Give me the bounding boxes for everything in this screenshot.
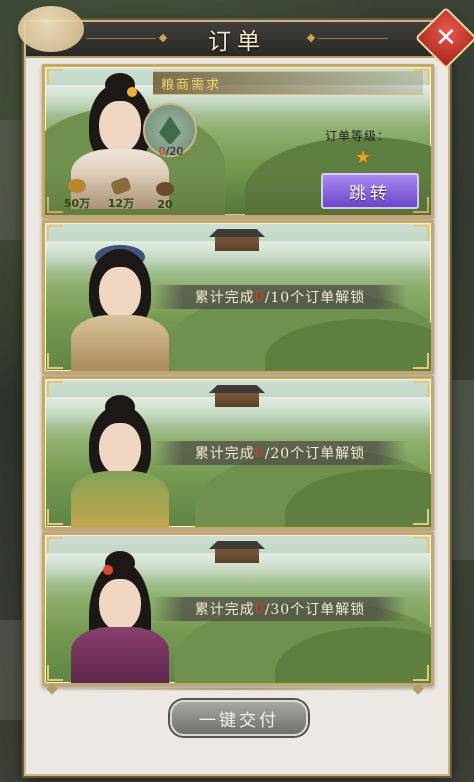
unlock-count: 0 [254,289,265,305]
frame-corner [47,381,63,397]
moon-ornament [18,6,84,52]
portrait-robe [71,471,169,527]
temple-scenery [215,391,259,407]
unlock-suffix: /30个订单解锁 [264,602,366,618]
frame-corner [413,537,429,553]
footer-divider [48,688,422,690]
star-icon: ★ [355,147,372,168]
background-building [448,380,474,560]
frame-corner [47,509,63,525]
frame-corner [413,353,429,369]
reward-amount: 12万 [107,197,135,210]
unlock-suffix: /10个订单解锁 [264,290,366,306]
hair-ornament-icon [103,565,113,575]
unlock-count: 0 [254,601,265,617]
portrait-face [99,579,141,631]
close-icon: ✕ [435,22,457,53]
jump-button[interactable]: 跳转 [321,173,419,209]
order-card-locked: 累计完成 0/30个订单解锁 [42,532,434,686]
reward-amount: 20 [157,198,173,211]
order-panel: 订单 粮商需求 0/20 订单等级： ★ 50万 12万 20 跳转 累计完成 … [24,20,450,776]
unlock-prefix: 累计完成 [194,290,255,306]
background-building [0,620,22,720]
portrait-robe [71,315,169,371]
header-divider [318,38,388,39]
progress-total: /20 [165,145,184,158]
background-building [0,120,22,240]
progress-current: 0 [158,145,166,158]
unlock-prefix: 累计完成 [194,602,255,618]
unlock-count: 0 [254,445,265,461]
portrait-face [99,423,141,475]
frame-corner [47,665,63,681]
order-card-active: 粮商需求 0/20 订单等级： ★ 50万 12万 20 跳转 [42,64,434,218]
frame-corner [47,537,63,553]
temple-scenery [215,235,259,251]
panel-title: 订单 [208,29,266,55]
portrait-face [99,101,141,153]
frame-corner [413,509,429,525]
hair-flower-icon [127,87,137,97]
grain-icon [110,176,132,196]
frame-corner [47,69,63,85]
order-card-locked: 累计完成 0/20个订单解锁 [42,376,434,530]
herb-icon [159,116,181,144]
unlock-prefix: 累计完成 [194,446,255,462]
frame-corner [413,381,429,397]
panel-header: 订单 [26,22,448,58]
unlock-requirement: 累计完成 0/10个订单解锁 [153,285,407,309]
unlock-requirement: 累计完成 0/20个订单解锁 [153,441,407,465]
frame-corner [47,353,63,369]
header-divider [86,38,156,39]
order-grade-label: 订单等级： [325,129,391,143]
order-card-locked: 累计完成 0/10个订单解锁 [42,220,434,374]
deliver-all-button[interactable]: 一键交付 [170,700,308,736]
frame-corner [413,665,429,681]
frame-corner [47,225,63,241]
requester-banner: 粮商需求 [153,71,423,95]
portrait-robe [71,627,169,683]
reward-amount: 50万 [63,197,91,210]
order-progress: 0/20 [149,145,193,158]
coin-icon [68,179,86,193]
feather-icon [156,182,174,196]
diamond-ornament-icon [306,33,316,43]
frame-corner [413,225,429,241]
unlock-suffix: /20个订单解锁 [264,446,366,462]
portrait-face [99,267,141,319]
reward-feather: 20 [147,182,183,211]
unlock-requirement: 累计完成 0/30个订单解锁 [153,597,407,621]
reward-grain: 12万 [103,176,139,211]
diamond-ornament-icon [158,33,168,43]
requester-label: 粮商需求 [161,78,222,93]
reward-coins: 50万 [59,179,95,211]
temple-scenery [215,547,259,563]
